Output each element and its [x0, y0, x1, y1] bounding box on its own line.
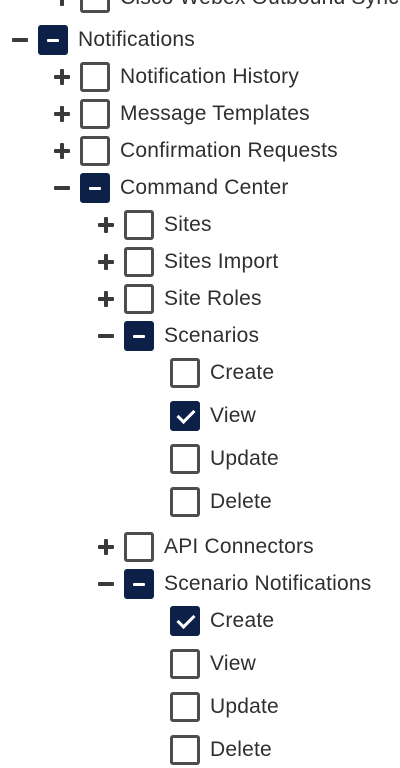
checkbox[interactable] — [80, 62, 110, 92]
tree-row-scenarios-view: View — [170, 398, 256, 434]
checkbox[interactable] — [80, 0, 110, 13]
tree-row-confirmation-requests: Confirmation Requests — [52, 133, 338, 169]
tree-item-label: Site Roles — [164, 287, 262, 310]
tree-row-scenario-notifications-view: View — [170, 646, 256, 682]
tree-item-label: Notification History — [120, 65, 300, 88]
tree-item-label: Scenario Notifications — [164, 572, 372, 595]
checkbox-indeterminate[interactable] — [124, 569, 154, 599]
tree-item-label: Create — [210, 361, 275, 384]
checkbox[interactable] — [124, 284, 154, 314]
expand-icon[interactable] — [52, 67, 72, 87]
tree-row-sites: Sites — [96, 207, 212, 243]
checkbox[interactable] — [170, 735, 200, 765]
checkbox[interactable] — [170, 692, 200, 722]
checkbox[interactable] — [124, 210, 154, 240]
tree-row-scenario-notifications: Scenario Notifications — [96, 566, 372, 602]
checkbox[interactable] — [124, 532, 154, 562]
expand-icon[interactable] — [96, 215, 116, 235]
checkbox-checked[interactable] — [170, 401, 200, 431]
tree-item-label: Sites — [164, 213, 212, 236]
tree-row-notifications: Notifications — [10, 22, 195, 58]
tree-item-label: Message Templates — [120, 102, 310, 125]
tree-item-label: Confirmation Requests — [120, 139, 338, 162]
expand-icon[interactable] — [52, 104, 72, 124]
checkbox[interactable] — [170, 649, 200, 679]
tree-item-label: Cisco Webex Outbound Sync — [120, 0, 399, 10]
checkbox[interactable] — [80, 136, 110, 166]
tree-row-scenarios: Scenarios — [96, 318, 259, 354]
tree-item-label: Update — [210, 695, 279, 718]
tree-row-scenario-notifications-delete: Delete — [170, 732, 272, 768]
checkbox[interactable] — [170, 487, 200, 517]
expand-icon[interactable] — [96, 252, 116, 272]
tree-row-command-center: Command Center — [52, 170, 289, 206]
tree-item-label: Notifications — [78, 28, 195, 51]
permissions-tree: Cisco Webex Outbound Sync Notifications … — [0, 0, 400, 768]
tree-item-label: Delete — [210, 738, 272, 761]
tree-row-notification-history: Notification History — [52, 59, 299, 95]
tree-item-label: Create — [210, 609, 275, 632]
checkbox[interactable] — [170, 444, 200, 474]
tree-row-api-connectors: API Connectors — [96, 529, 314, 565]
tree-row-scenarios-delete: Delete — [170, 484, 272, 520]
tree-item-label: Delete — [210, 490, 272, 513]
collapse-icon[interactable] — [52, 178, 72, 198]
collapse-icon[interactable] — [96, 326, 116, 346]
tree-item-label: Scenarios — [164, 324, 260, 347]
tree-row-message-templates: Message Templates — [52, 96, 310, 132]
checkbox-indeterminate[interactable] — [124, 321, 154, 351]
tree-row-scenarios-update: Update — [170, 441, 279, 477]
tree-item-label: View — [210, 404, 256, 427]
tree-item-label: Command Center — [120, 176, 289, 199]
tree-row-scenarios-create: Create — [170, 355, 274, 391]
expand-icon[interactable] — [52, 141, 72, 161]
tree-row-scenario-notifications-update: Update — [170, 689, 279, 725]
tree-item-label: Sites Import — [164, 250, 279, 273]
tree-row-sites-import: Sites Import — [96, 244, 278, 280]
tree-row-scenario-notifications-create: Create — [170, 603, 274, 639]
checkbox-checked[interactable] — [170, 606, 200, 636]
checkbox[interactable] — [80, 99, 110, 129]
checkbox[interactable] — [124, 247, 154, 277]
checkbox-indeterminate[interactable] — [38, 25, 68, 55]
checkbox[interactable] — [170, 358, 200, 388]
expand-icon[interactable] — [52, 0, 72, 8]
expand-icon[interactable] — [96, 289, 116, 309]
collapse-icon[interactable] — [10, 30, 30, 50]
collapse-icon[interactable] — [96, 574, 116, 594]
checkbox-indeterminate[interactable] — [80, 173, 110, 203]
tree-item-label: Update — [210, 447, 279, 470]
tree-item-label: API Connectors — [164, 535, 314, 558]
expand-icon[interactable] — [96, 537, 116, 557]
tree-item-label: View — [210, 652, 256, 675]
tree-row-site-roles: Site Roles — [96, 281, 262, 317]
tree-row-cisco-webex: Cisco Webex Outbound Sync — [52, 0, 399, 16]
